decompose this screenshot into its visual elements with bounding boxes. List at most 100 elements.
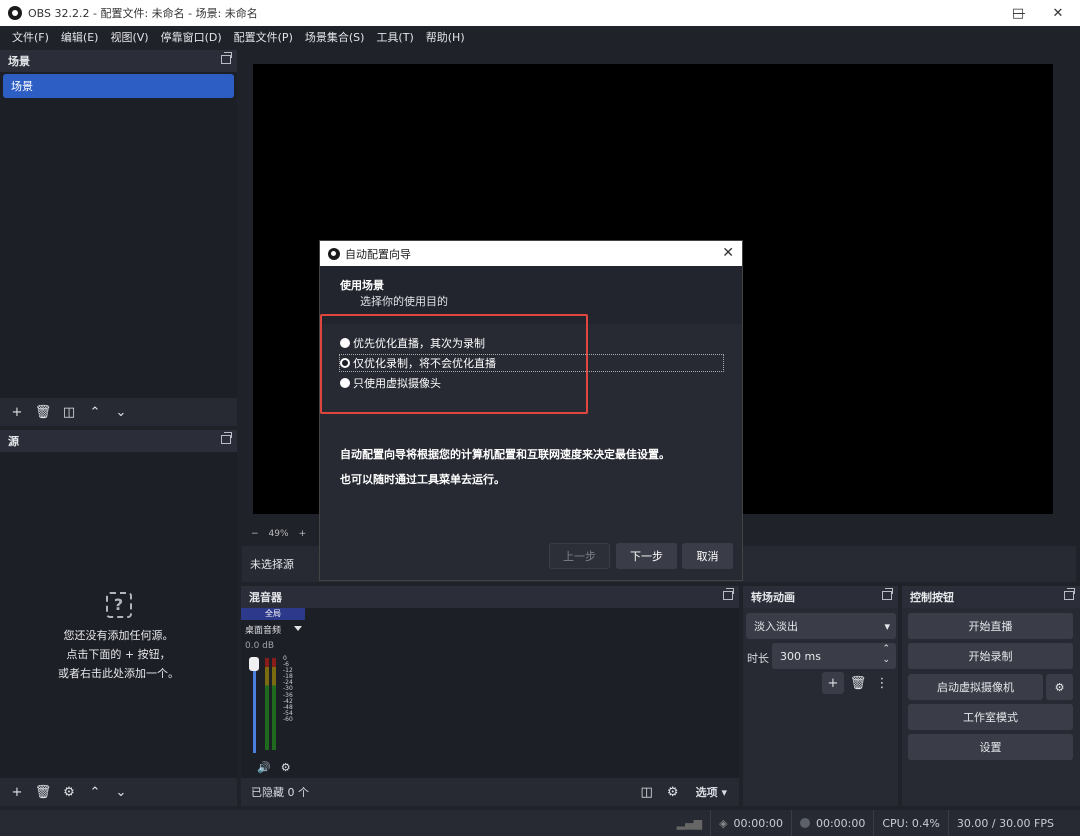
empty-hint-line-2: 点击下面的 + 按钮， [66,648,171,661]
zoom-level: 49% [268,529,289,539]
virtual-camera-settings-button[interactable]: ⚙ [1046,674,1073,700]
undock-icon[interactable] [882,588,893,600]
stream-icon: ◈ [719,816,728,830]
controls-title: 控制按钮 [910,591,954,604]
studio-mode-label: 工作室模式 [963,711,1018,724]
option-stream-priority[interactable]: 优先优化直播，其次为录制 [340,335,485,351]
record-time: 00:00:00 [815,816,866,830]
radio-button[interactable] [340,338,350,348]
channel-settings-icon[interactable]: ⚙ [281,761,291,774]
dialog-title: 自动配置向导 [345,247,411,261]
sources-title: 源 [8,435,19,448]
undock-icon[interactable] [723,588,734,600]
next-button[interactable]: 下一步 [616,543,677,569]
sources-list[interactable]: ? 您还没有添加任何源。 点击下面的 + 按钮， 或者右击此处添加一个。 [0,452,237,778]
cancel-button[interactable]: 取消 [682,543,733,569]
close-button[interactable]: ✕ [1036,0,1080,26]
maximize-button[interactable]: □ [998,0,1038,26]
menu-tools[interactable]: 工具(T) [370,29,419,45]
meter-scale: 0 -6 -12 -18 -24 -30 -36 -42 -48 -54 -60 [283,655,293,723]
menu-profile[interactable]: 配置文件(P) [228,29,299,45]
stream-time: 00:00:00 [733,816,783,830]
options-button[interactable]: 选项 ▾ [688,784,739,800]
back-button[interactable]: 上一步 [549,543,610,569]
add-scene-button[interactable]: + [6,401,28,423]
transition-type-select[interactable]: 淡入淡出 ▾ [746,613,896,639]
mixer-body: 全局 桌面音频 0.0 dB 0 -6 -12 -18 -24 -30 -36 … [241,608,739,778]
menu-help[interactable]: 帮助(H) [420,29,471,45]
record-time-segment: 00:00:00 [790,810,873,836]
layout-toggle-icon[interactable]: ◫ [636,781,658,803]
settings-button[interactable]: 设置 [908,734,1073,760]
menu-docks[interactable]: 停靠窗口(D) [155,29,228,45]
obs-logo-icon [328,247,340,260]
menu-scene-collection[interactable]: 场景集合(S) [299,29,371,45]
remove-source-button[interactable]: 🗑 [32,781,54,803]
no-source-selected-label: 未选择源 [250,558,294,571]
auto-config-wizard-dialog: 自动配置向导 ✕ 使用场景 选择你的使用目的 优先优化直播，其次为录制 仅优化录… [320,241,742,580]
question-icon: ? [105,592,132,618]
scene-item[interactable]: 场景 [3,74,234,98]
hidden-count-label: 已隐藏 0 个 [251,786,309,799]
spin-arrows-icon[interactable]: ⌃ ⌄ [882,644,890,666]
empty-hint-line-1: 您还没有添加任何源。 [63,629,174,642]
start-recording-button[interactable]: 开始录制 [908,643,1073,669]
obs-logo-icon [8,6,22,20]
dialog-close-button[interactable]: ✕ [722,245,734,261]
cancel-label: 取消 [696,550,719,563]
radio-button[interactable] [340,378,350,388]
scenes-list: 场景 [0,72,237,398]
remove-transition-button[interactable]: 🗑 [847,672,869,694]
menu-view[interactable]: 视图(V) [104,29,154,45]
undock-icon[interactable] [221,432,232,444]
start-recording-label: 开始录制 [968,650,1013,663]
channel-tag: 全局 [241,608,305,620]
start-streaming-button[interactable]: 开始直播 [908,613,1073,639]
source-properties-button[interactable]: ⚙ [58,781,80,803]
add-source-button[interactable]: + [6,781,28,803]
menu-edit[interactable]: 编辑(E) [55,29,105,45]
duration-spinbox[interactable]: 300 ms ⌃ ⌄ [772,643,896,669]
scene-filters-button[interactable]: ◫ [58,401,80,423]
duration-value: 300 ms [780,649,821,663]
undock-icon[interactable] [1064,588,1075,600]
volume-fader-handle[interactable] [249,657,259,671]
move-scene-up-button[interactable]: ⌃ [84,401,106,423]
zoom-out-button[interactable]: − [251,529,259,539]
add-transition-button[interactable]: + [822,672,844,694]
menu-file[interactable]: 文件(F) [6,29,55,45]
zoom-in-button[interactable]: + [299,529,307,539]
volume-fader[interactable] [253,663,256,753]
meter-tick: -60 [283,715,293,723]
chevron-down-icon: ▾ [884,619,890,633]
dialog-description-2: 也可以随时通过工具菜单去运行。 [340,473,505,486]
window-titlebar: OBS 32.2.2 - 配置文件: 未命名 - 场景: 未命名 — □ ✕ [0,0,1080,26]
settings-label: 设置 [979,741,1002,754]
option-virtual-camera[interactable]: 只使用虚拟摄像头 [340,375,441,391]
sources-dock-header: 源 [0,430,237,452]
scenes-title: 场景 [8,55,30,68]
stream-time-segment: ◈ 00:00:00 [710,810,791,836]
transitions-dock: 转场动画 淡入淡出 ▾ 时长 300 ms ⌃ ⌄ + 🗑 ⋮ [743,586,898,806]
mixer-dock: 混音器 全局 桌面音频 0.0 dB 0 -6 -12 -18 -24 -30 … [241,586,739,806]
move-scene-down-button[interactable]: ⌄ [110,401,132,423]
remove-scene-button[interactable]: 🗑 [32,401,54,423]
gear-icon: ⚙ [1054,680,1065,694]
option-label: 优先优化直播，其次为录制 [353,337,485,350]
move-source-up-button[interactable]: ⌃ [84,781,106,803]
record-icon [799,818,810,828]
move-source-down-button[interactable]: ⌄ [110,781,132,803]
start-streaming-label: 开始直播 [968,620,1013,633]
start-virtual-camera-button[interactable]: 启动虚拟摄像机 [908,674,1043,700]
more-options-icon[interactable]: ⋮ [871,672,893,694]
scenes-toolbar: + 🗑 ◫ ⌃ ⌄ [0,398,237,426]
advanced-audio-icon[interactable]: ⚙ [662,781,684,803]
option-label: 仅优化录制，将不会优化直播 [353,357,496,370]
studio-mode-button[interactable]: 工作室模式 [908,704,1073,730]
speaker-icon[interactable]: 🔊 [257,761,271,774]
radio-button-selected[interactable] [340,358,350,368]
undock-icon[interactable] [221,52,232,64]
option-record-only[interactable]: 仅优化录制，将不会优化直播 [339,354,724,372]
channel-name-dropdown[interactable]: 桌面音频 [241,620,305,639]
sources-toolbar: + 🗑 ⚙ ⌃ ⌄ [0,778,237,806]
